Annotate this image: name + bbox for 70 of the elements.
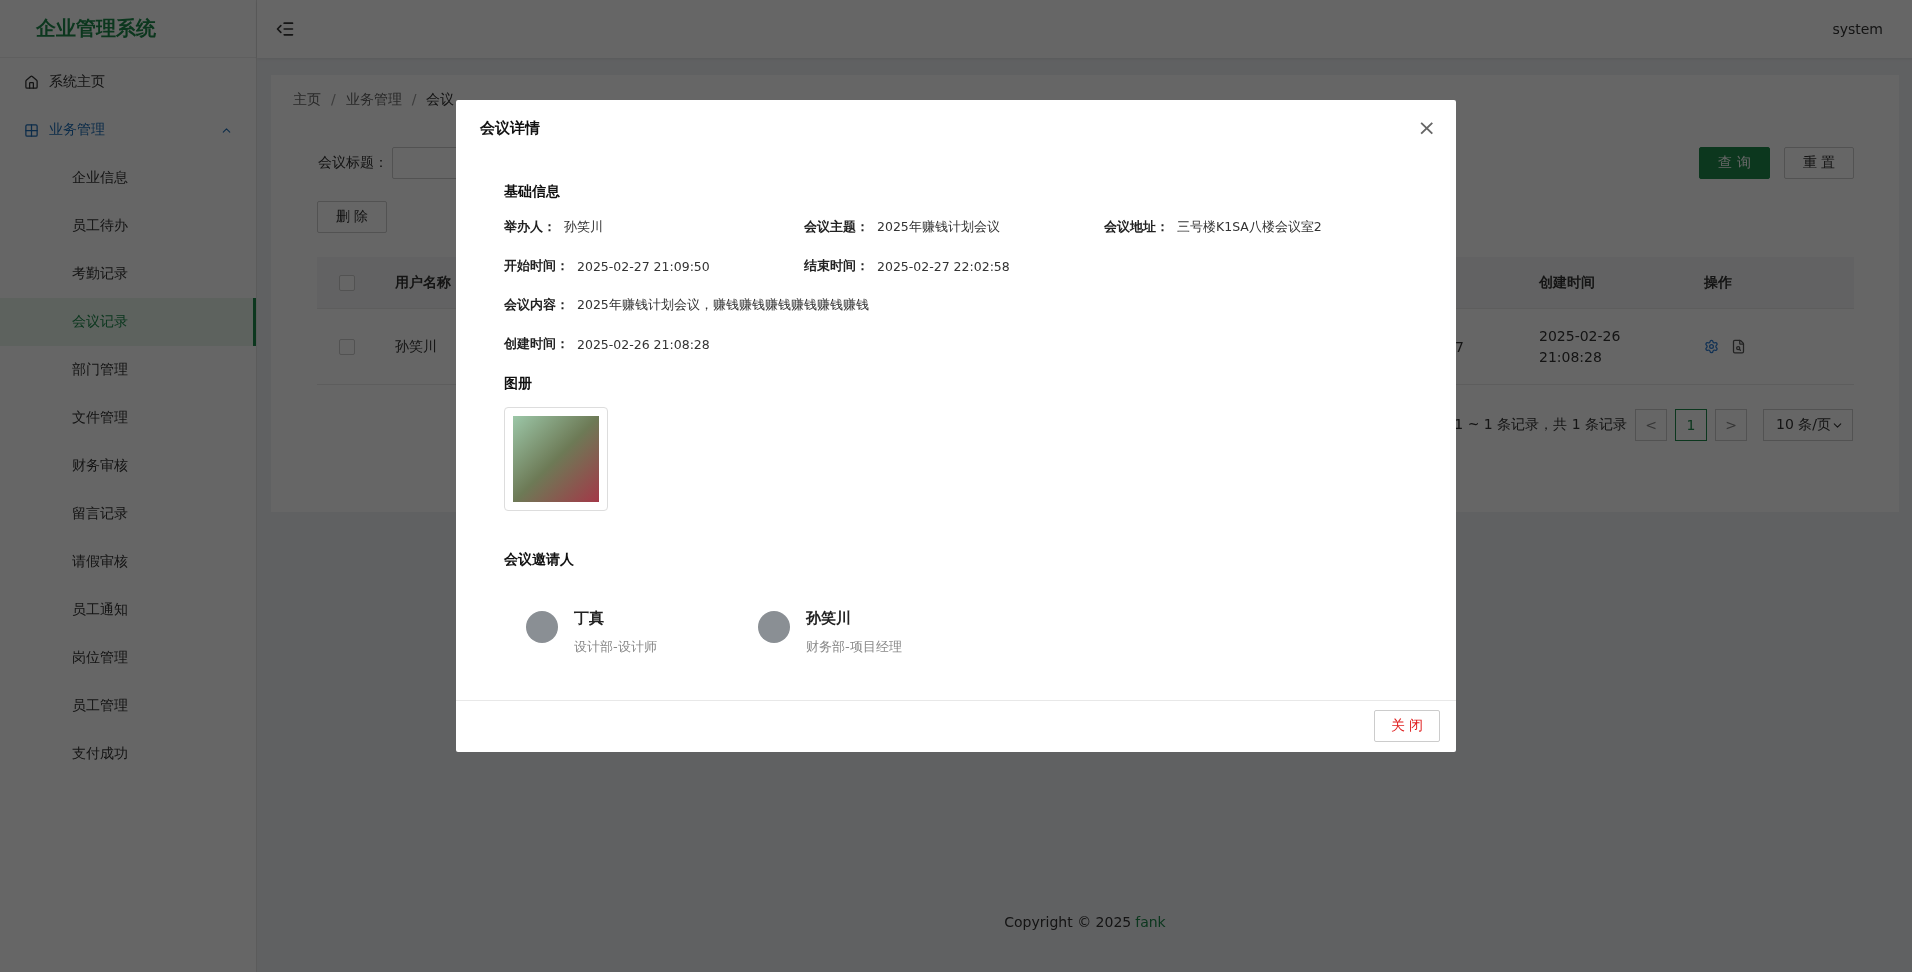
sidebar-item[interactable]: 员工管理 (0, 682, 256, 730)
app-title: 企业管理系统 (0, 0, 256, 58)
sidebar-item[interactable]: 留言记录 (0, 490, 256, 538)
sidebar-item[interactable]: 财务审核 (0, 442, 256, 490)
document-search-icon[interactable] (1731, 339, 1746, 354)
table-cell: 7 (1455, 338, 1464, 355)
page-button[interactable]: 1 (1675, 409, 1707, 441)
field-label: 开始时间： (504, 257, 569, 275)
field-label: 创建时间： (504, 335, 569, 353)
sidebar-item[interactable]: 系统主页 (0, 58, 256, 106)
settings-icon[interactable] (1704, 339, 1719, 354)
menu-toggle-icon[interactable] (275, 19, 295, 39)
field-label: 会议内容： (504, 296, 569, 314)
field-value: 三号楼K1SA八楼会议室2 (1177, 218, 1322, 236)
query-button[interactable]: 查 询 (1699, 147, 1770, 179)
sidebar-item[interactable]: 业务管理 (0, 106, 256, 154)
column-header: 操作 (1704, 273, 1732, 292)
breadcrumb-item[interactable]: 会议 (426, 91, 455, 109)
field-label: 会议主题： (804, 218, 869, 236)
author-link[interactable]: fank (1135, 914, 1166, 930)
home-icon (24, 74, 39, 90)
sidebar-item[interactable]: 部门管理 (0, 346, 256, 394)
module-icon (24, 122, 39, 138)
record-summary: 1 ~ 1 条记录，共 1 条记录 (1454, 416, 1627, 434)
field-label: 会议地址： (1104, 218, 1169, 236)
breadcrumb-separator: / (331, 91, 336, 109)
field-label: 举办人： (504, 218, 556, 236)
table-cell-text: 2025-02-26 21:08:28 (1539, 326, 1622, 367)
field-value: 2025-02-27 22:02:58 (877, 258, 1010, 274)
avatar (758, 611, 790, 643)
section-title: 基础信息 (504, 183, 561, 201)
sidebar-item[interactable]: 支付成功 (0, 730, 256, 778)
field-value: 孙笑川 (564, 218, 603, 236)
column-header: 创建时间 (1539, 273, 1595, 292)
invitee-role: 设计部-设计师 (574, 638, 657, 656)
invitee-role: 财务部-项目经理 (806, 638, 902, 656)
avatar (526, 611, 558, 643)
delete-button[interactable]: 删 除 (317, 201, 388, 233)
dialog-title: 会议详情 (480, 118, 540, 138)
section-title: 会议邀请人 (504, 551, 575, 569)
previous-page-button[interactable]: < (1635, 409, 1667, 441)
sidebar-item[interactable]: 考勤记录 (0, 250, 256, 298)
field-value: 2025年赚钱计划会议 (877, 218, 1000, 236)
album-thumbnail[interactable] (504, 407, 608, 511)
sidebar-item[interactable]: 企业信息 (0, 154, 256, 202)
sidebar-item[interactable]: 员工待办 (0, 202, 256, 250)
breadcrumb-item[interactable]: 主页 (293, 91, 321, 109)
sidebar-item[interactable]: 请假审核 (0, 538, 256, 586)
breadcrumb-separator: / (411, 91, 417, 109)
sidebar-item[interactable]: 员工通知 (0, 586, 256, 634)
page-size-select[interactable]: 10 条/页 (1763, 409, 1853, 441)
field-value: 2025年赚钱计划会议，赚钱赚钱赚钱赚钱赚钱赚钱 (577, 296, 869, 314)
column-header: 用户名称 (395, 273, 451, 292)
field-value: 2025-02-27 21:09:50 (577, 258, 710, 274)
search-label: 会议标题： (318, 154, 388, 172)
reset-button[interactable]: 重 置 (1783, 147, 1854, 179)
close-button[interactable]: 关 闭 (1373, 710, 1440, 742)
table-cell: 孙笑川 (395, 337, 437, 356)
section-title: 图册 (504, 375, 533, 393)
close-button[interactable]: × (1417, 117, 1436, 139)
copyright-text: Copyright © 2025 fank (1004, 914, 1166, 930)
sidebar-item[interactable]: 文件管理 (0, 394, 256, 442)
invitee-name: 丁真 (574, 609, 605, 628)
sidebar-item[interactable]: 岗位管理 (0, 634, 256, 682)
invitee-name: 孙笑川 (806, 609, 852, 628)
sidebar-item[interactable]: 会议记录 (0, 298, 256, 346)
next-page-button[interactable]: > (1715, 409, 1747, 441)
field-value: 2025-02-26 21:08:28 (577, 336, 710, 352)
field-label: 结束时间： (804, 257, 869, 275)
user-name[interactable]: system (1832, 21, 1883, 37)
